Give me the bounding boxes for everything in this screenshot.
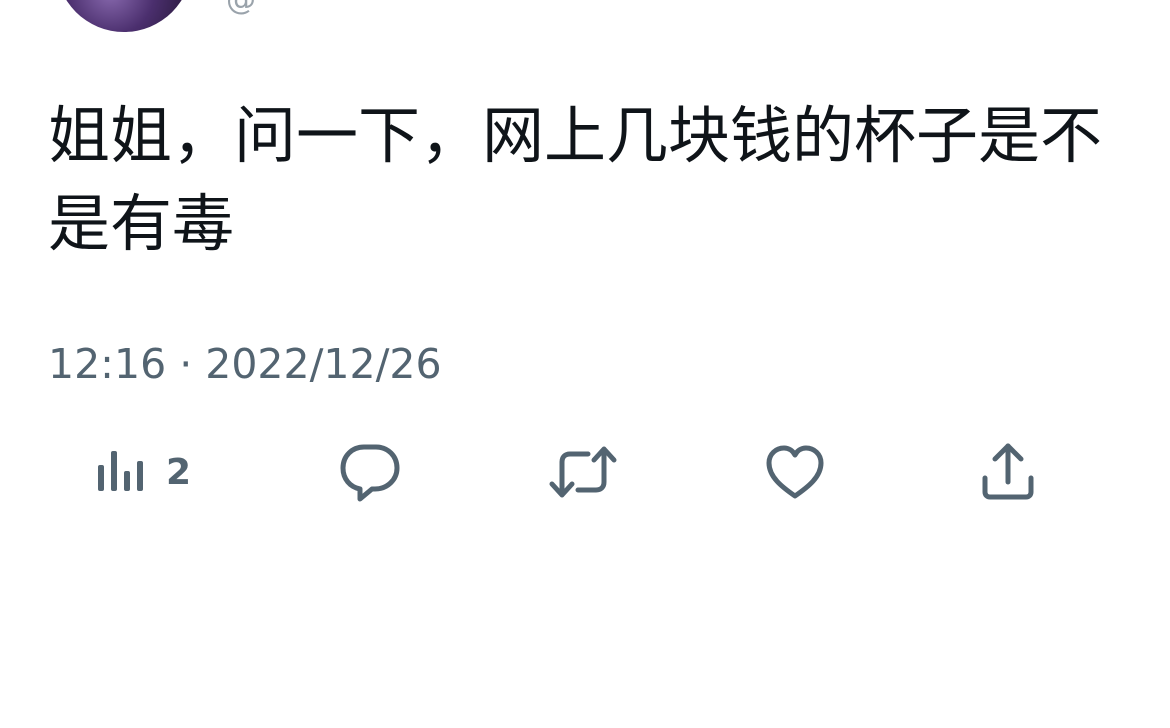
reply-button[interactable] <box>338 436 402 508</box>
heart-icon <box>766 445 824 499</box>
like-button[interactable] <box>764 436 826 508</box>
retweet-arrows-icon <box>549 446 617 498</box>
views-count: 2 <box>166 451 192 493</box>
user-handle[interactable]: @ <box>226 0 256 17</box>
retweet-button[interactable] <box>548 436 618 508</box>
share-button[interactable] <box>978 436 1038 508</box>
bar-chart-icon <box>98 451 143 491</box>
speech-bubble-icon <box>340 444 400 502</box>
tweet-timestamp[interactable]: 12:16 · 2022/12/26 <box>48 340 442 388</box>
tweet-text: 姐姐，问一下，网上几块钱的杯子是不是有毒 <box>48 99 1103 260</box>
tweet-action-bar: 2 <box>0 436 1170 508</box>
views-button[interactable]: 2 <box>94 436 191 508</box>
share-upload-icon <box>982 443 1034 500</box>
avatar[interactable] <box>56 0 192 32</box>
